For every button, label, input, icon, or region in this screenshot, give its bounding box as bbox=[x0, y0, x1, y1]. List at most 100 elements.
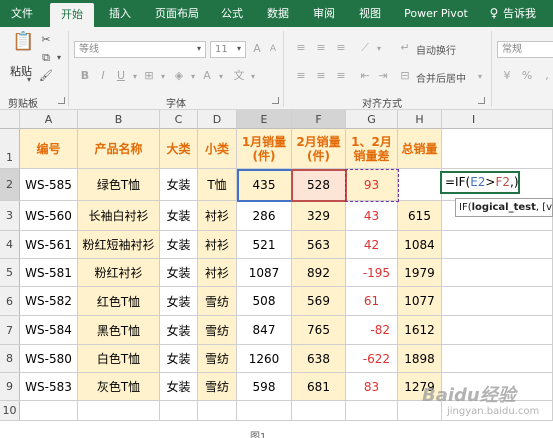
row-header[interactable]: 3 bbox=[0, 201, 20, 231]
currency-format-icon[interactable]: ¥ bbox=[500, 69, 514, 83]
font-color-icon[interactable]: A bbox=[200, 69, 214, 83]
row-header[interactable]: 4 bbox=[0, 231, 20, 259]
column-header[interactable]: H bbox=[398, 110, 442, 129]
table-cell[interactable]: T恤 bbox=[198, 169, 237, 201]
column-header[interactable]: A bbox=[20, 110, 78, 129]
tab-formulas[interactable]: 公式 bbox=[212, 0, 252, 27]
header-cell[interactable]: 编号 bbox=[20, 129, 78, 169]
table-cell[interactable]: 女装 bbox=[160, 373, 198, 401]
wrap-text-icon[interactable]: ↵ bbox=[398, 41, 412, 55]
formula-edit-cell[interactable]: =IF(E2>F2,) bbox=[440, 171, 520, 194]
table-cell[interactable]: WS-561 bbox=[20, 231, 78, 259]
column-header[interactable]: C bbox=[160, 110, 198, 129]
table-cell[interactable]: 1087 bbox=[237, 259, 292, 287]
header-cell[interactable]: 2月销量(件) bbox=[292, 129, 346, 169]
table-cell[interactable]: 女装 bbox=[160, 231, 198, 259]
select-all-corner[interactable] bbox=[0, 110, 20, 129]
table-cell[interactable]: 黑色T恤 bbox=[78, 316, 160, 345]
row-header[interactable]: 7 bbox=[0, 316, 20, 345]
function-tooltip[interactable]: IF(logical_test, [v bbox=[455, 198, 553, 217]
underline-dropdown-icon[interactable]: ▾ bbox=[128, 70, 142, 84]
table-cell[interactable]: 白色T恤 bbox=[78, 345, 160, 373]
table-cell[interactable]: 61 bbox=[346, 287, 398, 316]
decrease-indent-icon[interactable]: ⇤ bbox=[358, 69, 372, 83]
table-cell[interactable]: -195 bbox=[346, 259, 398, 287]
empty-cell[interactable] bbox=[442, 316, 553, 345]
align-bottom-icon[interactable]: ≡ bbox=[334, 41, 348, 55]
paste-icon[interactable]: 📋 bbox=[12, 33, 34, 57]
align-left-icon[interactable]: ≡ bbox=[294, 69, 308, 83]
column-header-selected[interactable]: F bbox=[292, 110, 346, 129]
tab-home[interactable]: 开始 bbox=[50, 3, 94, 27]
table-cell[interactable]: 1979 bbox=[398, 259, 442, 287]
empty-cell[interactable] bbox=[442, 129, 553, 169]
tab-data[interactable]: 数据 bbox=[258, 0, 298, 27]
table-cell[interactable]: 雪纺 bbox=[198, 287, 237, 316]
table-cell[interactable]: 83 bbox=[346, 373, 398, 401]
row-header[interactable]: 6 bbox=[0, 287, 20, 316]
header-cell[interactable]: 1、2月销量差 bbox=[346, 129, 398, 169]
table-cell[interactable]: 1077 bbox=[398, 287, 442, 316]
empty-cell[interactable] bbox=[237, 401, 292, 421]
table-cell[interactable]: 563 bbox=[292, 231, 346, 259]
table-cell[interactable]: WS-585 bbox=[20, 169, 78, 201]
align-center-icon[interactable]: ≡ bbox=[314, 69, 328, 83]
clipboard-launcher-icon[interactable] bbox=[58, 97, 65, 104]
row-header-selected[interactable]: 2 bbox=[0, 169, 20, 201]
align-top-icon[interactable]: ≡ bbox=[294, 41, 308, 55]
paste-dropdown-icon[interactable]: ▾ bbox=[27, 75, 31, 84]
table-cell[interactable]: 女装 bbox=[160, 259, 198, 287]
empty-cell[interactable] bbox=[442, 345, 553, 373]
table-cell[interactable]: 508 bbox=[237, 287, 292, 316]
table-cell[interactable]: 43 bbox=[346, 201, 398, 231]
table-cell[interactable]: 329 bbox=[292, 201, 346, 231]
fill-dropdown-icon[interactable]: ▾ bbox=[186, 70, 200, 84]
tab-file[interactable]: 文件 bbox=[0, 0, 44, 27]
table-cell[interactable]: 雪纺 bbox=[198, 373, 237, 401]
table-cell[interactable]: 衬衫 bbox=[198, 231, 237, 259]
table-cell[interactable]: 1084 bbox=[398, 231, 442, 259]
increase-indent-icon[interactable]: ⇥ bbox=[376, 69, 390, 83]
row-header[interactable]: 5 bbox=[0, 259, 20, 287]
format-painter-icon[interactable]: 🖌 bbox=[39, 69, 53, 83]
header-cell[interactable]: 小类 bbox=[198, 129, 237, 169]
align-middle-icon[interactable]: ≡ bbox=[314, 41, 328, 55]
phonetic-icon[interactable]: 文 bbox=[232, 69, 246, 83]
table-cell[interactable]: 598 bbox=[237, 373, 292, 401]
font-size-dropdown-icon[interactable]: ▾ bbox=[232, 42, 246, 56]
table-cell[interactable]: 灰色T恤 bbox=[78, 373, 160, 401]
row-header[interactable]: 9 bbox=[0, 373, 20, 401]
table-cell[interactable]: 765 bbox=[292, 316, 346, 345]
header-cell[interactable]: 产品名称 bbox=[78, 129, 160, 169]
table-cell[interactable]: 雪纺 bbox=[198, 316, 237, 345]
fill-color-icon[interactable]: ◈ bbox=[172, 69, 186, 83]
merge-dropdown-icon[interactable]: ▾ bbox=[473, 70, 487, 84]
table-cell[interactable]: 615 bbox=[398, 201, 442, 231]
table-cell[interactable]: 粉红短袖衬衫 bbox=[78, 231, 160, 259]
column-header[interactable]: D bbox=[198, 110, 237, 129]
border-dropdown-icon[interactable]: ▾ bbox=[156, 70, 170, 84]
table-cell[interactable]: WS-580 bbox=[20, 345, 78, 373]
table-cell[interactable]: 892 bbox=[292, 259, 346, 287]
table-cell[interactable]: 681 bbox=[292, 373, 346, 401]
table-cell[interactable]: 女装 bbox=[160, 169, 198, 201]
bold-icon[interactable]: B bbox=[78, 69, 92, 83]
increase-font-size-icon[interactable]: A bbox=[250, 42, 264, 56]
alignment-launcher-icon[interactable] bbox=[478, 97, 485, 104]
header-cell[interactable]: 1月销量(件) bbox=[237, 129, 292, 169]
table-cell[interactable]: 286 bbox=[237, 201, 292, 231]
table-cell[interactable]: WS-581 bbox=[20, 259, 78, 287]
empty-cell[interactable] bbox=[292, 401, 346, 421]
empty-cell[interactable] bbox=[160, 401, 198, 421]
font-name-dropdown-icon[interactable]: ▾ bbox=[192, 42, 206, 56]
empty-cell[interactable] bbox=[346, 401, 398, 421]
column-header[interactable]: I bbox=[442, 110, 553, 129]
row-header[interactable]: 8 bbox=[0, 345, 20, 373]
row-header[interactable]: 1 bbox=[0, 129, 20, 169]
table-cell[interactable]: 绿色T恤 bbox=[78, 169, 160, 201]
number-format-box[interactable]: 常规 bbox=[497, 41, 553, 58]
table-cell[interactable]: 雪纺 bbox=[198, 345, 237, 373]
phonetic-dropdown-icon[interactable]: ▾ bbox=[246, 70, 260, 84]
table-cell[interactable]: WS-560 bbox=[20, 201, 78, 231]
tab-insert[interactable]: 插入 bbox=[98, 0, 142, 27]
